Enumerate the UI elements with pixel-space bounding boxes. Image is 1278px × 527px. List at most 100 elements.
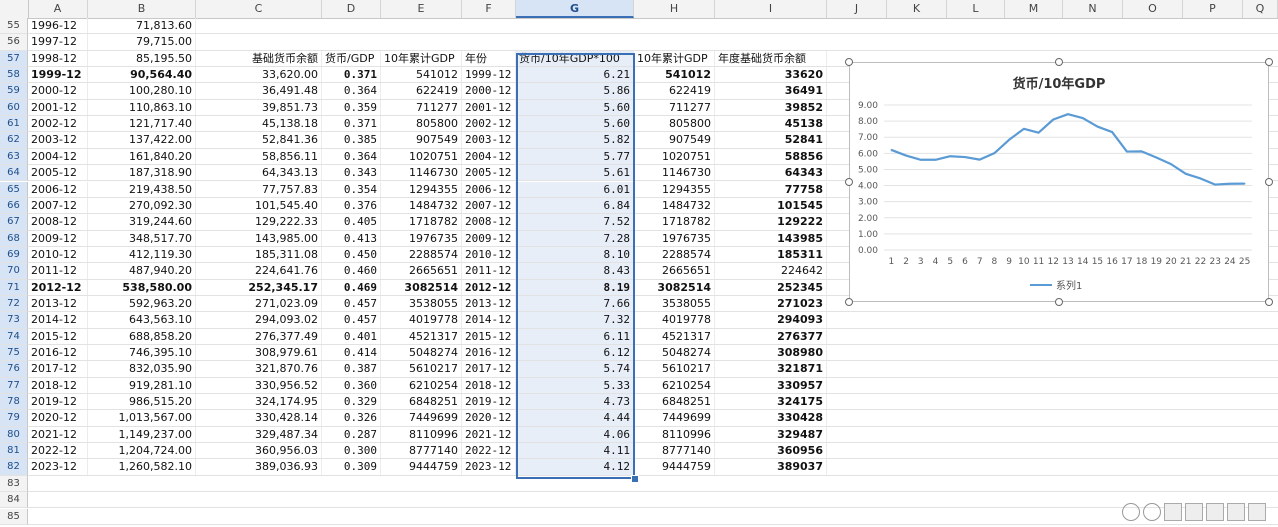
row-header[interactable]: 76 — [0, 361, 28, 378]
cell-c[interactable]: 360,956.03 — [196, 443, 322, 459]
column-header-n[interactable]: N — [1063, 0, 1123, 18]
cell-e[interactable]: 541012 — [381, 67, 462, 83]
row-header[interactable]: 65 — [0, 181, 28, 198]
cell-a[interactable]: 2016-12 — [28, 345, 88, 361]
cell-a[interactable]: 2007-12 — [28, 197, 88, 214]
cell-h[interactable]: 1976735 — [634, 230, 715, 246]
cell-e[interactable]: 5048274 — [381, 345, 462, 361]
cell-a[interactable]: 2011-12 — [28, 263, 88, 279]
cell-f[interactable]: 2000-12 — [462, 83, 516, 99]
cell-h[interactable]: 8110996 — [634, 426, 715, 443]
cell-g[interactable]: 货币/10年GDP*100 — [516, 50, 634, 67]
cell-a[interactable]: 2022-12 — [28, 443, 88, 459]
cell-b[interactable]: 71,813.60 — [88, 18, 196, 34]
cell-f[interactable]: 2023-12 — [462, 459, 516, 475]
cell-g[interactable]: 5.82 — [516, 132, 634, 148]
cell-h[interactable]: 8777140 — [634, 443, 715, 459]
column-header-o[interactable]: O — [1123, 0, 1183, 18]
cell-c[interactable]: 33,620.00 — [196, 67, 322, 83]
cell-f[interactable]: 2008-12 — [462, 214, 516, 230]
cell-g[interactable]: 6.21 — [516, 67, 634, 83]
cell-e[interactable]: 1020751 — [381, 148, 462, 165]
cell-b[interactable]: 85,195.50 — [88, 50, 196, 67]
cell-e[interactable]: 6210254 — [381, 377, 462, 394]
cell-c[interactable]: 389,036.93 — [196, 459, 322, 475]
cell-f[interactable]: 2017-12 — [462, 361, 516, 377]
cell-h[interactable]: 7449699 — [634, 410, 715, 426]
cell-f[interactable]: 2020-12 — [462, 410, 516, 426]
cell-a[interactable]: 2009-12 — [28, 230, 88, 246]
cell-e[interactable]: 5610217 — [381, 361, 462, 377]
cell-g[interactable]: 6.11 — [516, 328, 634, 344]
chart-resize-handle-e[interactable] — [1265, 178, 1273, 186]
cell-g[interactable]: 5.74 — [516, 361, 634, 377]
cell-c[interactable]: 39,851.73 — [196, 99, 322, 116]
column-header-d[interactable]: D — [322, 0, 381, 18]
cell-e[interactable]: 6848251 — [381, 394, 462, 410]
cell-e[interactable]: 1718782 — [381, 214, 462, 230]
cell-b[interactable]: 219,438.50 — [88, 181, 196, 197]
chart-resize-handle-se[interactable] — [1265, 298, 1273, 306]
cell-b[interactable]: 487,940.20 — [88, 263, 196, 279]
cell-g[interactable]: 6.84 — [516, 197, 634, 214]
chart-resize-handle-sw[interactable] — [845, 298, 853, 306]
column-header-j[interactable]: J — [827, 0, 887, 18]
row-header[interactable]: 64 — [0, 165, 28, 182]
cell-c[interactable]: 224,641.76 — [196, 263, 322, 279]
cell-i[interactable]: 39852 — [715, 99, 827, 116]
cell-c[interactable]: 77,757.83 — [196, 181, 322, 197]
cell-d[interactable]: 0.371 — [322, 67, 381, 83]
cell-b[interactable]: 1,260,582.10 — [88, 459, 196, 475]
cell-b[interactable]: 137,422.00 — [88, 132, 196, 148]
cell-i[interactable]: 年度基础货币余额 — [715, 50, 827, 67]
cell-i[interactable]: 324175 — [715, 394, 827, 410]
chart-resize-handle-w[interactable] — [845, 178, 853, 186]
cell-d[interactable]: 货币/GDP — [322, 50, 381, 67]
cell-c[interactable]: 185,311.08 — [196, 246, 322, 263]
column-header-g[interactable]: G — [516, 0, 634, 18]
cell-f[interactable]: 2005-12 — [462, 165, 516, 181]
cell-i[interactable]: 360956 — [715, 443, 827, 459]
row-header[interactable]: 84 — [0, 492, 28, 509]
cell-b[interactable]: 110,863.10 — [88, 99, 196, 116]
cell-g[interactable]: 7.52 — [516, 214, 634, 230]
cell-a[interactable]: 2000-12 — [28, 83, 88, 99]
cell-a[interactable]: 2018-12 — [28, 377, 88, 394]
cell-a[interactable]: 2021-12 — [28, 426, 88, 443]
cell-f[interactable]: 2016-12 — [462, 345, 516, 361]
cell-a[interactable]: 2005-12 — [28, 165, 88, 181]
cell-c[interactable]: 101,545.40 — [196, 197, 322, 214]
cell-c[interactable]: 330,428.14 — [196, 410, 322, 426]
cell-h[interactable]: 1718782 — [634, 214, 715, 230]
cell-a[interactable]: 2008-12 — [28, 214, 88, 230]
cell-g[interactable]: 5.61 — [516, 165, 634, 181]
cell-b[interactable]: 643,563.10 — [88, 312, 196, 328]
cell-e[interactable]: 2665651 — [381, 263, 462, 279]
cell-g[interactable]: 5.33 — [516, 377, 634, 394]
cell-h[interactable]: 1146730 — [634, 165, 715, 181]
cell-f[interactable]: 2001-12 — [462, 99, 516, 116]
cell-f[interactable]: 2012-12 — [462, 279, 516, 295]
column-header-p[interactable]: P — [1183, 0, 1243, 18]
cell-e[interactable]: 7449699 — [381, 410, 462, 426]
cell-d[interactable]: 0.460 — [322, 263, 381, 279]
cell-b[interactable]: 348,517.70 — [88, 230, 196, 246]
cell-h[interactable]: 2665651 — [634, 263, 715, 279]
cell-c[interactable]: 276,377.49 — [196, 328, 322, 344]
cell-b[interactable]: 121,717.40 — [88, 116, 196, 132]
column-header-h[interactable]: H — [634, 0, 715, 18]
cell-f[interactable]: 2006-12 — [462, 181, 516, 197]
cell-b[interactable]: 1,149,237.00 — [88, 426, 196, 443]
row-header[interactable]: 85 — [0, 508, 28, 525]
row-header[interactable]: 55 — [0, 18, 28, 35]
cell-e[interactable]: 1976735 — [381, 230, 462, 246]
cell-b[interactable]: 270,092.30 — [88, 197, 196, 214]
cell-b[interactable]: 319,244.60 — [88, 214, 196, 230]
cell-c[interactable]: 45,138.18 — [196, 116, 322, 132]
cell-b[interactable]: 79,715.00 — [88, 34, 196, 50]
cell-f[interactable]: 2018-12 — [462, 377, 516, 394]
cell-d[interactable]: 0.414 — [322, 345, 381, 361]
row-header[interactable]: 58 — [0, 67, 28, 84]
row-header[interactable]: 83 — [0, 475, 28, 493]
cell-e[interactable]: 4521317 — [381, 328, 462, 344]
